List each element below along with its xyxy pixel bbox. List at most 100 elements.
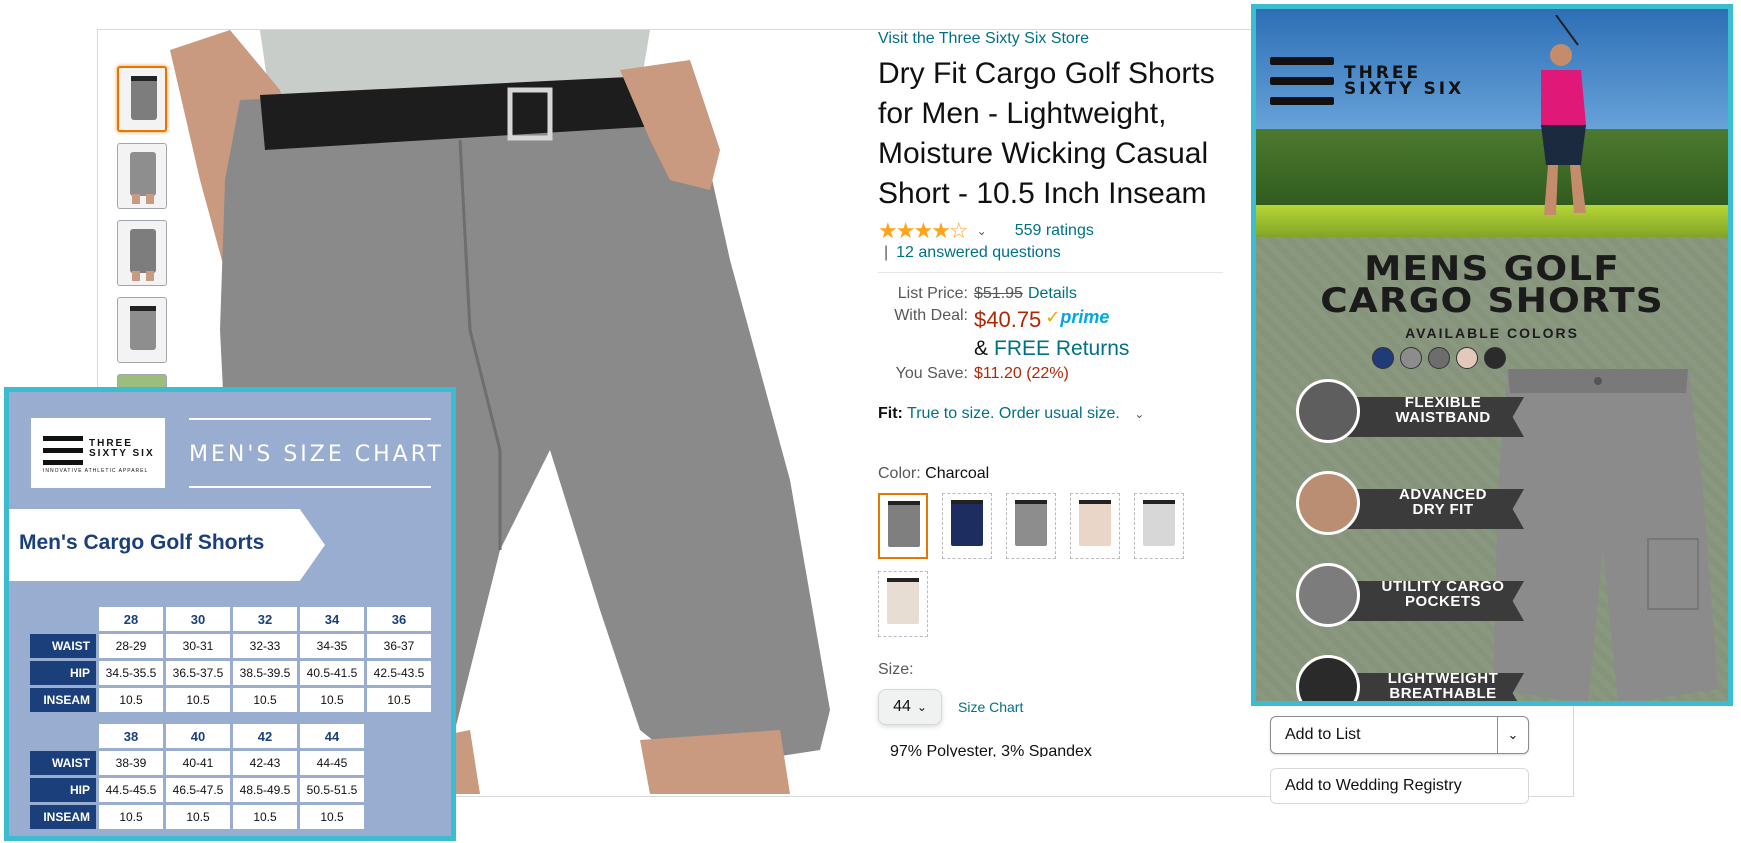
- feature-label-line-2: BREATHABLE: [1389, 685, 1497, 702]
- thumbnail-2[interactable]: [117, 143, 167, 209]
- logo-line-2: SIXTY SIX: [1344, 79, 1465, 99]
- size-cell: 10.5: [300, 688, 364, 712]
- logo-mark-icon: [43, 436, 83, 466]
- color-swatch[interactable]: [1070, 493, 1120, 559]
- feature-label-line-1: FLEXIBLE: [1404, 394, 1482, 411]
- row-label: WAIST: [30, 634, 96, 658]
- swatch-shorts: [1143, 500, 1175, 546]
- size-cell: 44.5-45.5: [99, 778, 163, 802]
- color-swatch[interactable]: [1134, 493, 1184, 559]
- chevron-down-icon[interactable]: ⌄: [977, 224, 987, 238]
- feature-item: LIGHTWEIGHT BREATHABLE: [1296, 655, 1524, 701]
- swatch-belt: [887, 578, 919, 582]
- free-returns-link[interactable]: FREE Returns: [994, 337, 1129, 361]
- row-label: INSEAM: [30, 805, 96, 829]
- deal-price-row: With Deal: $40.75 ✓prime: [878, 307, 1228, 333]
- color-swatch[interactable]: [1006, 493, 1056, 559]
- color-swatch[interactable]: [878, 493, 928, 559]
- size-dropdown[interactable]: 44 ⌄: [878, 689, 942, 725]
- size-cell: 10.5: [233, 688, 297, 712]
- separator: |: [884, 244, 889, 261]
- size-table-1: 28 30 32 34 36 WAIST 28-29 30-31 32-33 34-35 36-37…: [27, 604, 434, 715]
- title-line-top: [189, 418, 431, 420]
- size-cell: 10.5: [99, 805, 163, 829]
- size-header: 36: [367, 607, 431, 631]
- add-to-registry-button[interactable]: Add to Wedding Registry: [1270, 768, 1529, 804]
- buy-box-fragment: Add to List ⌄ Add to Wedding Registry: [1270, 716, 1529, 804]
- store-link[interactable]: Visit the Three Sixty Six Store: [878, 30, 1228, 48]
- list-price: $51.95: [974, 285, 1023, 302]
- star-rating-icon[interactable]: ★★★★☆: [878, 218, 969, 244]
- size-header: 28: [99, 607, 163, 631]
- golfer-illustration: [1541, 15, 1586, 215]
- size-cell: 42-43: [233, 751, 297, 775]
- color-swatches: [878, 493, 1198, 637]
- color-dot: [1400, 347, 1422, 369]
- size-label: Size:: [878, 661, 914, 678]
- size-chart-link[interactable]: Size Chart: [958, 699, 1023, 715]
- size-cell: 34.5-35.5: [99, 661, 163, 685]
- answered-questions-link[interactable]: 12 answered questions: [896, 244, 1061, 261]
- you-save-label: You Save:: [895, 365, 968, 382]
- fit-link[interactable]: True to size. Order usual size.: [907, 405, 1120, 422]
- thumbnail-1[interactable]: [117, 66, 167, 132]
- logo-text: THREE SIXTY SIX: [1344, 65, 1465, 99]
- swatch-shorts: [1079, 500, 1111, 546]
- color-dot: [1484, 347, 1506, 369]
- you-save-value: $11.20 (22%): [974, 365, 1069, 382]
- check-icon: ✓: [1045, 307, 1061, 327]
- chevron-down-icon: ⌄: [916, 700, 927, 714]
- image-thumbnails: [117, 66, 169, 409]
- title-line-bottom: [189, 486, 431, 488]
- details-link[interactable]: Details: [1028, 285, 1077, 303]
- size-header: 34: [300, 607, 364, 631]
- size-cell: 34-35: [300, 634, 364, 658]
- ratings-link[interactable]: 559 ratings: [1015, 222, 1094, 240]
- price-table: List Price: $51.95 Details With Deal: $4…: [878, 285, 1228, 383]
- size-cell: 10.5: [300, 805, 364, 829]
- you-save-row: You Save: $11.20 (22%): [878, 365, 1228, 383]
- size-chart-subtitle-banner: Men's Cargo Golf Shorts: [9, 509, 325, 581]
- add-to-list-button[interactable]: Add to List ⌄: [1270, 716, 1529, 754]
- fit-label: Fit:: [878, 405, 903, 422]
- swatch-shorts: [951, 500, 983, 546]
- size-cell: 36-37: [367, 634, 431, 658]
- available-color-dots: [1372, 347, 1506, 369]
- prime-label: prime: [1060, 307, 1110, 327]
- feature-icon: [1296, 379, 1360, 443]
- size-cell: 30-31: [166, 634, 230, 658]
- size-cell: 28-29: [99, 634, 163, 658]
- color-swatch[interactable]: [942, 493, 992, 559]
- row-label: INSEAM: [30, 688, 96, 712]
- size-cell: 46.5-47.5: [166, 778, 230, 802]
- feature-icon: [1296, 471, 1360, 535]
- chevron-down-icon[interactable]: ⌄: [1134, 407, 1144, 421]
- size-cell: 38.5-39.5: [233, 661, 297, 685]
- color-dot: [1456, 347, 1478, 369]
- size-cell: 32-33: [233, 634, 297, 658]
- thumbnail-3[interactable]: [117, 220, 167, 286]
- size-table-2: 38 40 42 44 WAIST 38-39 40-41 42-43 44-45 HIP 44.5…: [27, 721, 367, 832]
- size-header: 44: [300, 724, 364, 748]
- size-cell: 40.5-41.5: [300, 661, 364, 685]
- swatch-belt: [1015, 500, 1047, 504]
- size-cell: 10.5: [99, 688, 163, 712]
- size-header: 30: [166, 607, 230, 631]
- product-info: Visit the Three Sixty Six Store Dry Fit …: [878, 30, 1228, 757]
- swatch-belt: [888, 501, 920, 505]
- selected-color: Charcoal: [925, 465, 990, 482]
- banner-logo: THREE SIXTY SIX: [1270, 57, 1464, 105]
- answered-questions-row: | 12 answered questions: [878, 244, 1228, 262]
- swatch-belt: [1079, 500, 1111, 504]
- chevron-down-icon[interactable]: ⌄: [1497, 717, 1528, 753]
- size-cell: 42.5-43.5: [367, 661, 431, 685]
- color-swatch[interactable]: [878, 571, 928, 637]
- feature-label-line-2: DRY FIT: [1412, 501, 1474, 518]
- logo-mark-icon: [1270, 57, 1334, 105]
- size-chart-subtitle: Men's Cargo Golf Shorts: [19, 531, 265, 554]
- marketing-banner: THREE SIXTY SIX MENS GOLF CARGO SHORTS A…: [1251, 4, 1733, 706]
- available-colors-label: AVAILABLE COLORS: [1405, 325, 1579, 341]
- feature-label-line-2: WAISTBAND: [1395, 409, 1491, 426]
- row-label: HIP: [30, 661, 96, 685]
- thumbnail-4[interactable]: [117, 297, 167, 363]
